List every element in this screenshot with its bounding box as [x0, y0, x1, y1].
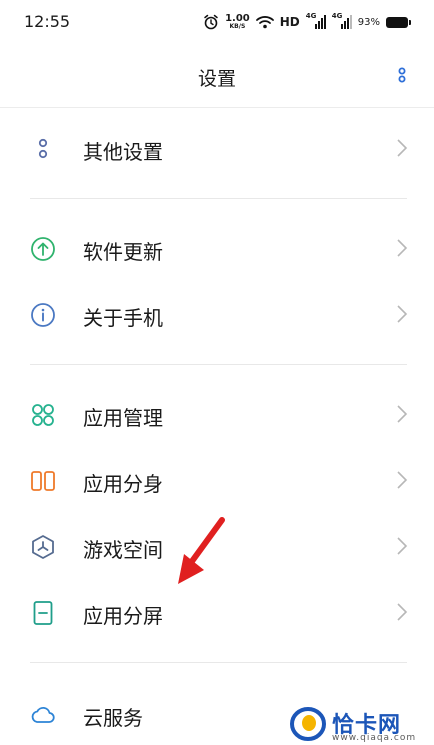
net-speed-unit: KB/S: [229, 23, 246, 30]
upload-arrow-icon: [30, 236, 56, 262]
battery-icon: [386, 16, 411, 28]
signal-1-type: 4G: [305, 12, 317, 20]
settings-item-label: 游戏空间: [83, 538, 163, 562]
battery-percent: 93%: [357, 16, 380, 28]
cellular-signal-2: 4G: [331, 12, 352, 30]
split-screen-icon: [30, 600, 56, 626]
page-title: 设置: [197, 68, 236, 90]
settings-item-label: 软件更新: [83, 240, 163, 264]
status-icons: 1.00 KB/S HD 4G 4G 93%: [203, 12, 411, 32]
settings-item-software-update[interactable]: 软件更新: [0, 218, 434, 278]
watermark: 恰卡网 www.qiaqa.com: [288, 700, 434, 745]
settings-item-app-clone[interactable]: 应用分身: [0, 450, 434, 510]
net-speed: 1.00 KB/S: [225, 14, 250, 30]
title-divider: [0, 107, 434, 108]
section-divider: [30, 662, 407, 663]
chevron-right-icon: [395, 304, 409, 324]
watermark-logo-icon: [290, 706, 326, 741]
info-icon: [30, 302, 56, 328]
chevron-right-icon: [395, 404, 409, 424]
wifi-icon: [255, 15, 274, 29]
settings-item-other-settings[interactable]: 其他设置: [0, 118, 434, 178]
chevron-right-icon: [395, 470, 409, 490]
chevron-right-icon: [395, 238, 409, 258]
cellular-signal-1: 4G: [305, 12, 326, 30]
signal-2-type: 4G: [331, 12, 343, 20]
settings-item-about-phone[interactable]: 关于手机: [0, 284, 434, 344]
hd-indicator: HD: [279, 15, 300, 29]
section-divider: [30, 198, 407, 199]
more-vertical-icon[interactable]: [390, 66, 414, 90]
chevron-right-icon: [395, 602, 409, 622]
settings-item-app-management[interactable]: 应用管理: [0, 384, 434, 444]
more-dots-icon: [30, 136, 56, 162]
status-time: 12:55: [24, 12, 71, 31]
settings-item-label: 应用分身: [83, 472, 163, 496]
settings-item-label: 应用分屏: [83, 604, 163, 628]
cloud-icon: [30, 702, 56, 728]
game-space-icon: [30, 534, 56, 560]
chevron-right-icon: [395, 536, 409, 556]
annotation-arrow-icon: [170, 516, 230, 592]
watermark-url: www.qiaqa.com: [332, 733, 417, 743]
section-divider: [30, 364, 407, 365]
settings-item-label: 其他设置: [83, 140, 163, 164]
settings-item-label: 云服务: [83, 706, 143, 730]
settings-item-label: 关于手机: [83, 306, 163, 330]
app-grid-icon: [30, 402, 56, 428]
app-clone-icon: [30, 468, 56, 494]
title-bar: 设置: [0, 44, 434, 108]
alarm-icon: [203, 14, 219, 30]
status-bar: 12:55 1.00 KB/S HD 4G 4G 93%: [0, 0, 434, 44]
chevron-right-icon: [395, 138, 409, 158]
settings-item-label: 应用管理: [83, 406, 163, 430]
